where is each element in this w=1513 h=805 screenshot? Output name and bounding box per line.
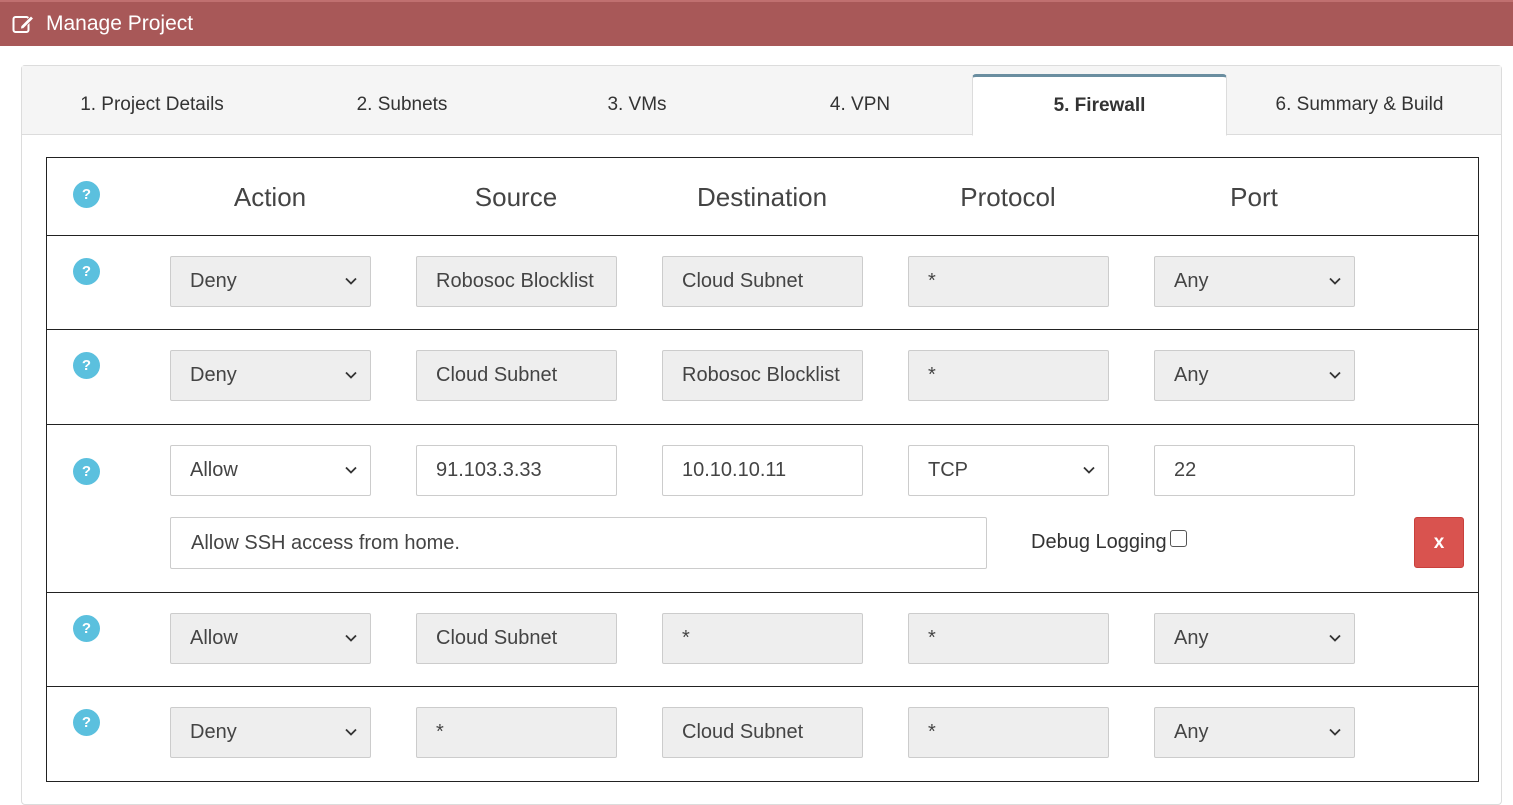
destination-input[interactable]: 10.10.10.11 [662,445,863,496]
project-panel: 1. Project Details 2. Subnets 3. VMs 4. … [21,65,1502,805]
chevron-down-icon [345,371,357,379]
chevron-down-icon [345,634,357,642]
action-value: Deny [190,270,237,292]
destination-field[interactable]: Cloud Subnet [662,256,863,307]
source-field[interactable]: Cloud Subnet [416,350,617,401]
header-port: Port [1230,182,1278,212]
debug-logging-checkbox[interactable] [1170,530,1187,547]
question-icon[interactable]: ? [73,258,100,285]
question-icon[interactable]: ? [73,352,100,379]
protocol-field[interactable]: * [908,613,1109,664]
table-row: ? Deny * Cloud Subnet * Any [47,687,1478,781]
protocol-field[interactable]: * [908,707,1109,758]
port-select[interactable]: Any [1154,256,1355,307]
action-value: Allow [190,627,238,649]
chevron-down-icon [1329,371,1341,379]
destination-field[interactable]: Robosoc Blocklist [662,350,863,401]
source-field[interactable]: * [416,707,617,758]
protocol-field[interactable]: * [908,350,1109,401]
protocol-field[interactable]: * [908,256,1109,307]
page-title: Manage Project [46,12,194,35]
destination-field[interactable]: * [662,613,863,664]
port-select[interactable]: Any [1154,350,1355,401]
tab-summary-build[interactable]: 6. Summary & Build [1227,74,1492,135]
chevron-down-icon [345,277,357,285]
port-value: Any [1174,721,1209,743]
tab-vms[interactable]: 3. VMs [527,74,747,135]
table-row: ? Deny Robosoc Blocklist Cloud Subnet * … [47,236,1478,330]
chevron-down-icon [345,728,357,736]
chevron-down-icon [1329,634,1341,642]
source-field[interactable]: Cloud Subnet [416,613,617,664]
tab-project-details[interactable]: 1. Project Details [42,74,262,135]
action-value: Allow [190,459,238,481]
rule-description-input[interactable]: Allow SSH access from home. [170,517,987,569]
source-field[interactable]: Robosoc Blocklist [416,256,617,307]
delete-rule-button[interactable]: x [1414,517,1464,568]
action-select[interactable]: Deny [170,707,371,758]
port-select[interactable]: Any [1154,707,1355,758]
table-row: ? Deny Cloud Subnet Robosoc Blocklist * … [47,330,1478,425]
protocol-select[interactable]: TCP [908,445,1109,496]
port-value: Any [1174,270,1209,292]
header-action: Action [233,182,307,212]
destination-field[interactable]: Cloud Subnet [662,707,863,758]
action-select[interactable]: Deny [170,256,371,307]
title-bar: Manage Project [0,0,1513,46]
action-select[interactable]: Allow [170,445,371,496]
chevron-down-icon [1083,466,1095,474]
debug-logging-label: Debug Logging [1031,531,1167,553]
firewall-rules-table: ? Action Source Destination Protocol Por… [46,157,1479,782]
header-destination: Destination [696,182,828,212]
port-select[interactable]: Any [1154,613,1355,664]
action-value: Deny [190,721,237,743]
table-header-row: ? Action Source Destination Protocol Por… [47,158,1478,236]
port-value: Any [1174,627,1209,649]
port-input[interactable]: 22 [1154,445,1355,496]
action-select[interactable]: Deny [170,350,371,401]
table-row: ? Allow Cloud Subnet * * Any [47,593,1478,687]
action-select[interactable]: Allow [170,613,371,664]
port-value: Any [1174,364,1209,386]
question-icon[interactable]: ? [73,458,100,485]
header-protocol: Protocol [960,182,1056,212]
tab-vpn[interactable]: 4. VPN [750,74,970,135]
chevron-down-icon [1329,277,1341,285]
action-value: Deny [190,364,237,386]
table-row-expanded: ? Allow 91.103.3.33 10.10.10.11 TCP 22 A… [47,425,1478,593]
tab-bar: 1. Project Details 2. Subnets 3. VMs 4. … [22,66,1501,136]
source-input[interactable]: 91.103.3.33 [416,445,617,496]
chevron-down-icon [1329,728,1341,736]
tab-firewall[interactable]: 5. Firewall [972,74,1227,136]
question-icon[interactable]: ? [73,181,100,208]
edit-icon [12,13,36,35]
protocol-value: TCP [928,459,968,481]
header-source: Source [474,182,558,212]
question-icon[interactable]: ? [73,615,100,642]
tab-subnets[interactable]: 2. Subnets [292,74,512,135]
chevron-down-icon [345,466,357,474]
question-icon[interactable]: ? [73,709,100,736]
